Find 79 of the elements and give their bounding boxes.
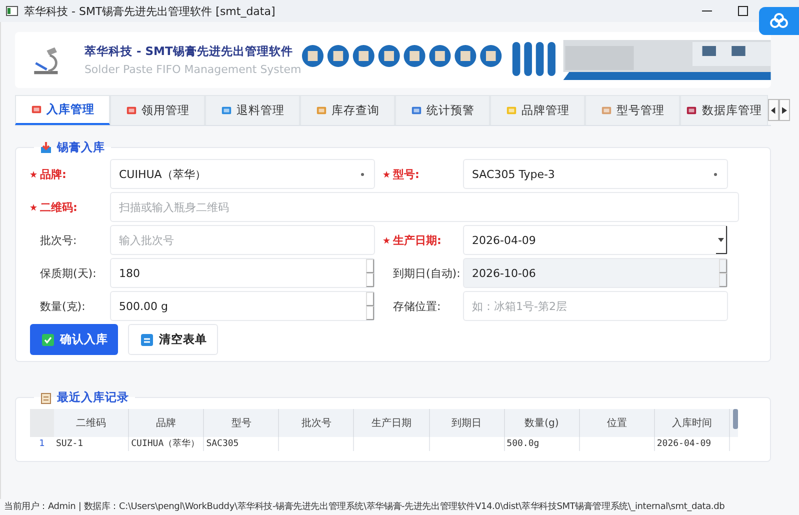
spin-down-button[interactable] [366,273,374,287]
caret-icon [718,238,724,242]
window-title: 萃华科技 - SMT锡膏先进先出管理软件 [smt_data] [24,4,276,18]
required-star-icon [30,204,37,210]
section-title: 锡膏入库 [57,140,105,155]
cloud-icon [769,13,789,29]
table-cell: SUZ-1 [54,437,130,451]
column-header: 数量(g) [504,409,580,437]
column-header: 到期日 [430,409,505,437]
tab[interactable]: 型号管理 [585,95,680,125]
right-arrow-icon [782,106,787,114]
dropdown-indicator-icon [714,172,717,176]
tab-icon [686,105,697,116]
column-header: 品牌 [129,409,204,437]
column-header: 型号 [204,409,280,437]
dropdown[interactable]: CUIHUA（萃华） [110,159,375,189]
minimize-icon [702,10,712,12]
clipboard-icon [40,392,52,404]
check-icon [42,334,54,346]
scroll-right-button[interactable] [779,99,790,121]
table-cell: 2026-04-09 [654,437,730,451]
tab-icon [220,105,232,116]
spin-down-button[interactable] [366,306,374,320]
tab-icon [506,105,516,116]
left-arrow-icon [771,106,776,114]
field-label: 批次号: [40,232,78,248]
column-header: 二维码 [54,409,130,437]
spin-down-button[interactable] [719,273,727,287]
spin-box[interactable]: 500.00 g [110,291,375,321]
maximize-icon [738,6,748,16]
row-number: 1 [38,439,46,449]
tab-icon [410,105,422,116]
column-header: 入库时间 [654,409,730,437]
tab-icon [316,105,326,116]
spin-up-button[interactable] [366,259,374,273]
required-star-icon [383,170,390,178]
column-header: 位置 [580,409,655,437]
tab-icon [600,105,612,116]
dropdown-button[interactable] [716,226,727,254]
table-cell: CUIHUA（萃华） [129,437,204,451]
tab-icon [30,104,42,115]
required-star-icon [30,170,37,178]
spin-up-button[interactable] [366,292,374,306]
spin-box[interactable]: 180 [110,258,375,288]
tab[interactable]: 入库管理 [15,95,110,125]
tab[interactable]: 品牌管理 [490,95,585,125]
scroll-left-button[interactable] [768,99,779,121]
field-label: 品牌: [40,166,68,182]
field-label: 存储位置: [393,298,442,314]
field-label: 生产日期: [393,232,442,248]
confirm-button[interactable]: 确认入库 [30,324,118,355]
spin-up-button[interactable] [719,259,727,273]
field-label: 到期日(自动): [393,266,462,280]
column-header: 生产日期 [354,409,430,437]
app-subtitle: Solder Paste FIFO Management System [84,63,302,76]
field-label: 二维码: [40,200,78,214]
clear-button[interactable]: 清空表单 [128,324,218,355]
date-field[interactable]: 2026-04-09 [463,225,728,255]
inbox-icon [40,142,52,154]
table-cell: SAC305 [204,437,280,451]
tab[interactable]: 领用管理 [110,95,205,125]
tab[interactable]: 退料管理 [205,95,300,125]
required-star-icon [383,236,390,244]
field-label: 数量(克): [40,298,86,314]
dropdown-indicator-icon [361,172,364,176]
tab-icon [126,105,136,116]
spin-box[interactable]: 2026-10-06 [463,258,728,288]
dropdown[interactable]: SAC305 Type-3 [463,159,728,189]
app-title: 萃华科技 - SMT锡膏先进先出管理软件 [84,44,294,59]
app-icon [6,6,18,16]
tab[interactable]: 数据库管理 [680,95,768,125]
scrollbar-thumb[interactable] [733,409,738,429]
column-header: 批次号 [279,409,354,437]
table-cell: 500.0g [504,437,580,451]
field-label: 型号: [393,166,420,182]
tab[interactable]: 统计预警 [395,95,490,125]
section-title: 最近入库记录 [57,390,129,405]
field-label: 保质期(天): [40,266,98,280]
tab[interactable]: 库存查询 [300,95,395,125]
